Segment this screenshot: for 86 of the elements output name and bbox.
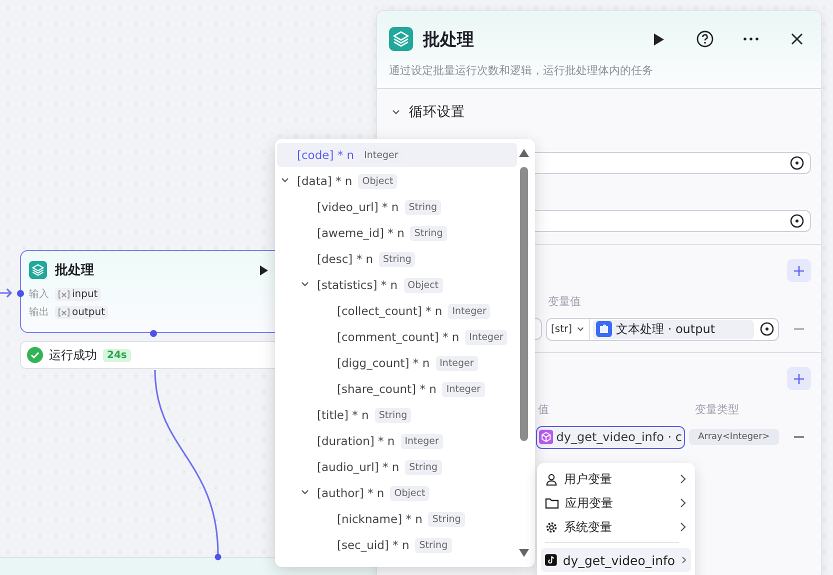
- column-label: 变量类型: [695, 402, 739, 418]
- scroll-down-icon[interactable]: [519, 549, 529, 557]
- target-icon[interactable]: [760, 322, 774, 336]
- variable-icon: [58, 290, 70, 298]
- port-label: 输入: [29, 288, 49, 301]
- scrollbar-thumb[interactable]: [520, 167, 528, 441]
- type-tag: Object: [404, 278, 443, 292]
- type-tag: Integer: [400, 434, 443, 448]
- chevron-right-icon: [681, 554, 687, 566]
- plus-icon: [794, 266, 804, 276]
- settings-icon: [545, 520, 558, 534]
- input-arrow: [0, 288, 12, 298]
- port-variable: input: [55, 288, 101, 300]
- help-icon[interactable]: [696, 30, 714, 48]
- type-tag: Integer: [465, 330, 508, 344]
- type-tag: String: [405, 460, 442, 474]
- variable-icon: [58, 308, 70, 316]
- tree-item[interactable]: [title] * n String: [277, 403, 517, 427]
- tree-item[interactable]: [author] * n Object: [277, 481, 517, 505]
- menu-item[interactable]: 用户变量: [541, 467, 691, 491]
- type-tag: String: [415, 538, 452, 552]
- chevron-right-icon: [679, 497, 687, 509]
- layers-icon: [29, 261, 47, 279]
- more-icon[interactable]: [743, 37, 759, 41]
- tree-item[interactable]: [digg_count] * n Integer: [277, 351, 517, 375]
- port-dot[interactable]: [17, 290, 24, 297]
- add-button[interactable]: [787, 367, 811, 390]
- column-label: 值: [538, 402, 550, 418]
- type-tag: Integer: [448, 304, 490, 318]
- duration-badge: 24s: [103, 348, 131, 362]
- type-select[interactable]: [str]: [547, 318, 590, 340]
- chevron-right-icon: [679, 521, 687, 533]
- tree-item[interactable]: [data] * n Object: [277, 169, 517, 193]
- type-tag: Array<Integer>: [689, 429, 779, 445]
- type-tag: String: [404, 200, 442, 214]
- tree-item[interactable]: [duration] * n Integer: [277, 429, 517, 453]
- cube-icon: [539, 429, 554, 445]
- music-note-icon: [545, 552, 557, 568]
- puzzle-icon: [596, 321, 612, 337]
- type-tag: String: [379, 252, 416, 266]
- panel-description: 通过设定批量运行次数和逻辑，运行批处理体内的任务: [389, 63, 654, 78]
- type-tag: Object: [358, 174, 398, 188]
- tree-item[interactable]: [aweme_id] * n String: [277, 221, 517, 245]
- target-icon[interactable]: [790, 214, 804, 228]
- connection-dot[interactable]: [214, 554, 222, 560]
- type-tag: Integer: [442, 382, 485, 396]
- menu-item[interactable]: 系统变量: [541, 515, 691, 539]
- scroll-up-icon[interactable]: [519, 149, 529, 157]
- tree-item[interactable]: [code] * n Integer: [277, 143, 517, 167]
- node-title: 批处理: [55, 262, 94, 279]
- play-icon[interactable]: [259, 264, 269, 276]
- value-text: 文本处理 · output: [616, 320, 716, 338]
- success-icon: [27, 347, 43, 363]
- type-tag: Integer: [436, 356, 478, 370]
- plus-icon: [794, 374, 804, 384]
- port-dot[interactable]: [150, 330, 157, 337]
- expand-icon[interactable]: [300, 487, 310, 497]
- close-icon[interactable]: [790, 32, 804, 46]
- status-text: 运行成功: [49, 346, 97, 364]
- target-icon[interactable]: [790, 156, 804, 170]
- tree-item[interactable]: [sec_uid] * n String: [277, 533, 517, 557]
- user-icon: [545, 472, 558, 486]
- chevron-right-icon: [679, 473, 687, 485]
- play-icon[interactable]: [653, 32, 665, 46]
- tree-item[interactable]: [audio_url] * n String: [277, 455, 517, 479]
- port-label: 输出: [29, 306, 49, 319]
- panel-title: 批处理: [423, 28, 475, 50]
- type-tag: String: [410, 226, 447, 240]
- tree-item[interactable]: [video_url] * n String: [277, 195, 517, 219]
- section-title: 循环设置: [409, 103, 465, 121]
- type-tag: String: [428, 512, 465, 526]
- type-tag: Object: [390, 486, 430, 500]
- expand-icon[interactable]: [300, 279, 310, 289]
- tree-item[interactable]: [share_count] * n Integer: [277, 377, 517, 401]
- collapse-icon[interactable]: [391, 107, 401, 117]
- folder-icon: [545, 497, 559, 509]
- tree-item[interactable]: [nickname] * n String: [277, 507, 517, 531]
- layers-icon: [389, 27, 413, 51]
- column-label: 变量值: [548, 294, 581, 310]
- menu-item[interactable]: 应用变量: [541, 491, 691, 515]
- type-tag: String: [374, 408, 412, 422]
- value-field[interactable]: [str] 文本处理 · output: [546, 318, 779, 340]
- expand-icon[interactable]: [280, 175, 290, 185]
- value-field[interactable]: dy_get_video_info · c: [536, 426, 685, 448]
- port-variable: output: [55, 306, 108, 318]
- add-button[interactable]: [787, 259, 811, 282]
